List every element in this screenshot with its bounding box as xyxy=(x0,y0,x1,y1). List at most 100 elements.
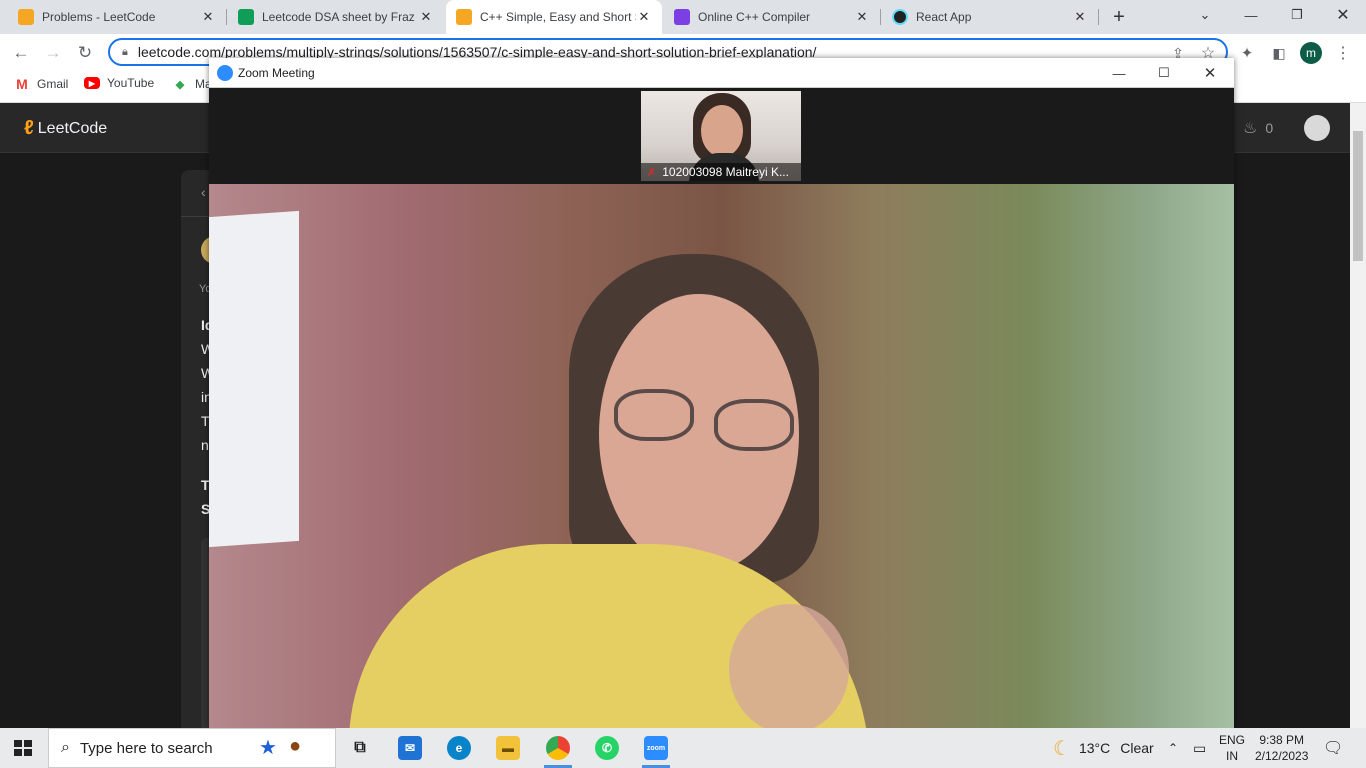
streak-counter[interactable]: ♨ 0 xyxy=(1243,118,1273,138)
tab-search-chevron-icon[interactable]: ⌄ xyxy=(1182,0,1228,30)
video-whiteboard xyxy=(209,210,299,548)
clock-time: 9:38 PM xyxy=(1259,733,1305,747)
tab-title: React App xyxy=(916,10,972,24)
leetcode-logo[interactable]: ℓ LeetCode xyxy=(24,117,107,140)
streak-count: 0 xyxy=(1265,120,1274,136)
menu-kebab-icon[interactable]: ⋮ xyxy=(1330,40,1356,66)
clock[interactable]: 9:38 PM 2/12/2023 xyxy=(1255,728,1308,768)
tab-react-app[interactable]: React App ✕ xyxy=(882,0,1098,34)
zoom-meeting-window[interactable]: Zoom Meeting — ☐ ✕ ✗ 102003098 Maitreyi … xyxy=(209,58,1234,728)
language-code: ENG xyxy=(1219,733,1246,747)
muted-mic-icon: ✗ xyxy=(647,166,657,179)
task-view-icon[interactable]: ⧉ xyxy=(348,736,372,760)
tab-divider xyxy=(880,9,881,25)
close-tab-icon[interactable]: ✕ xyxy=(636,9,652,25)
extensions-puzzle-icon[interactable]: ✦ xyxy=(1234,40,1260,66)
zoom-taskbar-icon[interactable]: zoom xyxy=(644,736,668,760)
close-tab-icon[interactable]: ✕ xyxy=(854,9,870,25)
close-tab-icon[interactable]: ✕ xyxy=(200,9,216,25)
taskbar-search-box[interactable]: ⌕ Type here to search ★ ● xyxy=(48,728,336,768)
zoom-minimize-button[interactable]: — xyxy=(1096,58,1142,88)
language-indicator[interactable]: ENG IN xyxy=(1219,728,1245,768)
whatsapp-icon[interactable]: ✆ xyxy=(595,736,619,760)
participant-strip: ✗ 102003098 Maitreyi K... xyxy=(209,88,1234,184)
participant-face xyxy=(701,105,743,157)
speaker-glasses-right xyxy=(714,399,794,451)
zoom-close-button[interactable]: ✕ xyxy=(1187,58,1233,88)
file-explorer-icon[interactable]: ▬ xyxy=(496,736,520,760)
notification-center-icon[interactable]: 🗨︎ xyxy=(1323,728,1343,768)
page-scrollbar[interactable] xyxy=(1350,103,1366,728)
tab-problems-leetcode[interactable]: Problems - LeetCode ✕ xyxy=(8,0,226,34)
zoom-maximize-button[interactable]: ☐ xyxy=(1141,58,1187,88)
weather-widget[interactable]: ☾ 13°C Clear xyxy=(1053,728,1154,768)
tab-cpp-solution[interactable]: C++ Simple, Easy and Short S ✕ xyxy=(446,0,662,34)
gmail-icon: M xyxy=(16,76,28,92)
bookmark-label: Gmail xyxy=(37,77,69,91)
scrollbar-thumb[interactable] xyxy=(1353,131,1363,261)
new-tab-button[interactable]: + xyxy=(1096,2,1142,32)
clock-date: 2/12/2023 xyxy=(1255,749,1309,763)
search-placeholder: Type here to search xyxy=(79,739,213,757)
maps-icon: ◆ xyxy=(175,78,185,91)
tab-leetcode-dsa-sheet[interactable]: Leetcode DSA sheet by Fraz ✕ xyxy=(228,0,444,34)
show-hidden-icons-chevron-icon[interactable]: ⌃ xyxy=(1168,728,1178,768)
search-highlight-football-icon: ● xyxy=(289,735,302,757)
zoom-window-title: Zoom Meeting xyxy=(238,66,315,80)
explanation-text-fragment: n xyxy=(201,437,209,453)
bookmark-maps[interactable]: ◆ Ma xyxy=(172,76,212,92)
youtube-icon: ▶ xyxy=(84,77,100,89)
speaker-hand xyxy=(729,604,849,728)
edge-browser-icon[interactable]: e xyxy=(447,736,471,760)
close-window-button[interactable]: ✕ xyxy=(1320,0,1366,30)
search-icon: ⌕ xyxy=(61,739,70,756)
chrome-browser-icon[interactable] xyxy=(546,736,570,760)
leetcode-logo-icon: ℓ xyxy=(24,117,34,139)
restore-button[interactable]: ❐ xyxy=(1274,0,1320,30)
moon-icon: ☾ xyxy=(1053,737,1071,760)
user-avatar[interactable] xyxy=(1304,115,1330,141)
active-speaker-video[interactable] xyxy=(209,184,1234,728)
bookmark-youtube[interactable]: ▶ YouTube xyxy=(84,76,154,90)
close-tab-icon[interactable]: ✕ xyxy=(418,9,434,25)
leetcode-favicon-icon xyxy=(456,9,472,25)
tab-divider xyxy=(226,9,227,25)
minimize-button[interactable]: — xyxy=(1228,0,1274,30)
tab-title: C++ Simple, Easy and Short S xyxy=(480,10,636,24)
fire-icon: ♨ xyxy=(1243,120,1258,137)
compiler-favicon-icon xyxy=(674,9,690,25)
lock-icon: 🔒︎ xyxy=(122,45,128,58)
browser-tab-strip: Problems - LeetCode ✕ Leetcode DSA sheet… xyxy=(0,0,1366,34)
forward-arrow-icon[interactable]: → xyxy=(40,40,66,66)
bookmark-gmail[interactable]: M Gmail xyxy=(14,76,68,92)
back-arrow-icon[interactable]: ← xyxy=(8,40,34,66)
region-code: IN xyxy=(1226,749,1238,763)
tab-online-cpp-compiler[interactable]: Online C++ Compiler ✕ xyxy=(664,0,880,34)
zoom-app-icon xyxy=(217,65,233,81)
mail-app-icon[interactable]: ✉ xyxy=(398,736,422,760)
react-favicon-icon xyxy=(892,9,908,25)
battery-icon[interactable]: ▭ xyxy=(1193,728,1206,768)
search-highlight-star-icon: ★ xyxy=(259,737,277,759)
profile-avatar[interactable]: m xyxy=(1300,42,1322,64)
weather-temp: 13°C xyxy=(1078,740,1111,756)
participant-name: 102003098 Maitreyi K... xyxy=(662,165,789,179)
back-chevron-icon[interactable]: ‹ xyxy=(201,184,206,200)
weather-condition: Clear xyxy=(1120,740,1154,756)
close-tab-icon[interactable]: ✕ xyxy=(1072,9,1088,25)
leetcode-logo-text: LeetCode xyxy=(37,119,108,137)
windows-start-icon[interactable] xyxy=(14,740,32,756)
participant-thumbnail[interactable]: ✗ 102003098 Maitreyi K... xyxy=(641,91,801,181)
zoom-titlebar: Zoom Meeting — ☐ ✕ xyxy=(209,58,1234,88)
windows-taskbar: ⌕ Type here to search ★ ● ⧉ ✉ e ▬ ✆ zoom… xyxy=(0,728,1366,768)
tab-title: Leetcode DSA sheet by Fraz xyxy=(262,10,415,24)
bookmark-label: YouTube xyxy=(107,76,155,90)
participant-name-bar: ✗ 102003098 Maitreyi K... xyxy=(641,163,801,181)
leetcode-favicon-icon xyxy=(18,9,34,25)
speaker-glasses-left xyxy=(614,389,694,441)
side-panel-icon[interactable]: ◧ xyxy=(1266,40,1292,66)
sheets-favicon-icon xyxy=(238,9,254,25)
tab-title: Problems - LeetCode xyxy=(42,10,156,24)
tab-title: Online C++ Compiler xyxy=(698,10,811,24)
reload-icon[interactable]: ↻ xyxy=(72,40,98,66)
